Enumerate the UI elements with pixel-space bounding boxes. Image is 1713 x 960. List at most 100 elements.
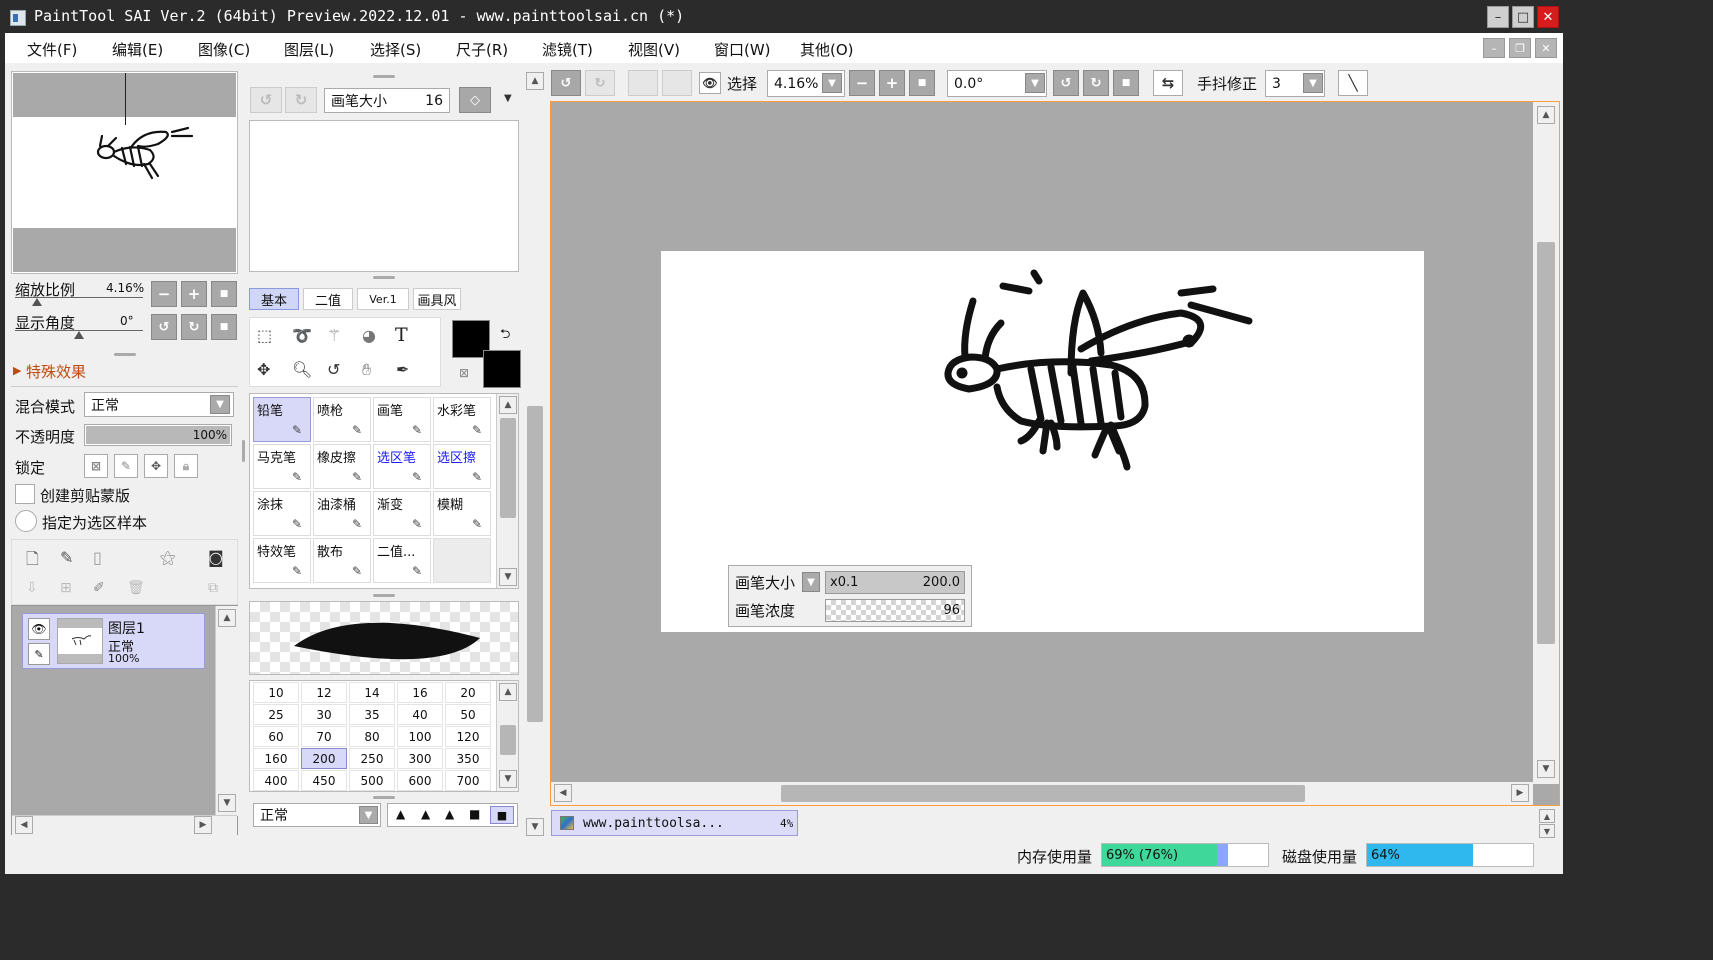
shape-icon[interactable]: ◕: [362, 326, 376, 345]
document-tab[interactable]: www.painttoolsa... 4%: [551, 810, 798, 836]
tool-eraser[interactable]: 橡皮擦 ✎: [313, 444, 371, 489]
transparent-color-icon[interactable]: ⊠: [459, 366, 469, 380]
tool-blur[interactable]: 涂抹 ✎: [253, 491, 311, 536]
popup-size-slider[interactable]: x0.1 200.0: [825, 571, 965, 594]
move-icon[interactable]: ✥: [257, 360, 270, 379]
tool-gradient[interactable]: 渐变 ✎: [373, 491, 431, 536]
mdi-restore-button[interactable]: ❐: [1509, 38, 1531, 58]
rotate-icon[interactable]: ↺: [327, 360, 340, 379]
chevron-down-icon[interactable]: ▼: [1025, 73, 1045, 93]
menu-layer[interactable]: 图层(L): [284, 39, 334, 60]
brush-size-option[interactable]: 20: [445, 682, 491, 703]
zoom-out-button[interactable]: −: [151, 281, 177, 307]
tool-grid-scrollbar[interactable]: ▲ ▼: [496, 394, 518, 588]
zoom-in-button[interactable]: +: [879, 70, 905, 96]
menu-window[interactable]: 窗口(W): [714, 39, 771, 60]
tab-art-style[interactable]: 画具风: [413, 288, 461, 310]
invert-selection-button[interactable]: [662, 70, 692, 96]
panel-splitter[interactable]: [373, 594, 395, 597]
brush-size-option[interactable]: 12: [301, 682, 347, 703]
layer-effect-icon[interactable]: ⚝: [160, 548, 176, 568]
zoom-reset-button[interactable]: ■: [211, 281, 237, 307]
mdi-minimize-button[interactable]: –: [1483, 38, 1505, 58]
brush-shape-5-icon[interactable]: ■: [490, 806, 514, 824]
panel-splitter[interactable]: [114, 353, 136, 356]
rotate-reset-button[interactable]: ■: [1113, 70, 1139, 96]
brush-size-option[interactable]: 16: [397, 682, 443, 703]
opacity-slider[interactable]: 100%: [84, 424, 232, 446]
canvas-viewport[interactable]: 画笔大小 ▼ x0.1 200.0 画笔浓度 96 ▲ ▼ ◀ ▶: [550, 101, 1560, 806]
zoom-icon[interactable]: 🔍︎: [292, 360, 312, 379]
tab-scroll-up[interactable]: ▲: [1539, 809, 1555, 823]
brush-size-option[interactable]: 80: [349, 726, 395, 747]
menu-file[interactable]: 文件(F): [27, 39, 77, 60]
angle-slider-thumb[interactable]: [74, 331, 84, 339]
zoom-in-button[interactable]: +: [181, 281, 207, 307]
tool-select-eraser[interactable]: 选区擦 ✎: [433, 444, 491, 489]
brush-shape-1-icon[interactable]: ▲: [396, 807, 405, 821]
lasso-icon[interactable]: ➰: [292, 326, 312, 345]
brush-size-option[interactable]: 600: [397, 770, 443, 791]
transfer-down-icon[interactable]: ⇩: [26, 580, 38, 596]
lock-all-button[interactable]: 🔒︎: [174, 454, 198, 478]
selection-sample-radio[interactable]: [15, 510, 37, 532]
tool-marker[interactable]: 马克笔 ✎: [253, 444, 311, 489]
menu-image[interactable]: 图像(C): [198, 39, 250, 60]
merge-down-icon[interactable]: ⊞: [60, 580, 72, 596]
eraser-mode-button[interactable]: ◇: [459, 87, 491, 113]
brush-size-option[interactable]: 30: [301, 704, 347, 725]
clear-layer-icon[interactable]: ✐: [93, 580, 105, 596]
menu-select[interactable]: 选择(S): [370, 39, 421, 60]
undo-button[interactable]: ↺: [250, 87, 282, 113]
chevron-down-icon[interactable]: ▼: [359, 806, 378, 824]
brush-shape-2-icon[interactable]: ▲: [421, 807, 430, 821]
popup-density-slider[interactable]: 96: [825, 599, 965, 622]
merge-visible-icon[interactable]: ⧉: [208, 580, 218, 596]
brush-size-option[interactable]: 35: [349, 704, 395, 725]
brush-shape-selector[interactable]: ▲ ▲ ▲ ■ ■: [387, 803, 518, 827]
rotate-ccw-button[interactable]: ↺: [1053, 70, 1079, 96]
brush-size-option[interactable]: 40: [397, 704, 443, 725]
brush-size-option[interactable]: 350: [445, 748, 491, 769]
chevron-down-icon[interactable]: ▼: [210, 395, 230, 414]
brush-size-option[interactable]: 160: [253, 748, 299, 769]
clip-mask-checkbox[interactable]: [15, 484, 35, 504]
tool-select-pen[interactable]: 选区笔 ✎: [373, 444, 431, 489]
brush-size-option[interactable]: 10: [253, 682, 299, 703]
layer-row[interactable]: 👁︎ ✎ 图层1 正常 100%: [22, 613, 205, 669]
mdi-close-button[interactable]: ✕: [1535, 38, 1557, 58]
minimize-button[interactable]: –: [1487, 6, 1509, 28]
chevron-down-icon[interactable]: ▼: [822, 73, 842, 93]
delete-layer-icon[interactable]: 🗑︎: [127, 580, 145, 596]
lock-move-button[interactable]: ✥: [144, 454, 168, 478]
color-swatch-panel[interactable]: [249, 120, 519, 272]
brush-size-option[interactable]: 120: [445, 726, 491, 747]
eyedropper-icon[interactable]: ✒: [396, 360, 409, 379]
panel-splitter[interactable]: [373, 276, 395, 279]
brush-size-option[interactable]: 100: [397, 726, 443, 747]
tab-basic[interactable]: 基本: [249, 288, 299, 310]
zoom-out-button[interactable]: −: [849, 70, 875, 96]
new-vector-layer-icon[interactable]: ✎: [60, 548, 73, 567]
brush-size-option[interactable]: 450: [301, 770, 347, 791]
menu-view[interactable]: 视图(V): [628, 39, 680, 60]
pencil-icon[interactable]: ✎: [28, 643, 50, 665]
brush-size-option[interactable]: 200: [301, 748, 347, 769]
text-icon[interactable]: T: [395, 324, 408, 346]
tool-drop[interactable]: 模糊 ✎: [433, 491, 491, 536]
canvas-hscrollbar[interactable]: ◀ ▶: [551, 782, 1533, 805]
navigator-preview[interactable]: [11, 71, 238, 274]
canvas-vscrollbar[interactable]: ▲ ▼: [1533, 102, 1559, 784]
zoom-reset-button[interactable]: ■: [909, 70, 935, 96]
brush-size-option[interactable]: 14: [349, 682, 395, 703]
straight-line-icon[interactable]: ╲: [1338, 70, 1368, 96]
undo-button[interactable]: ↺: [551, 70, 581, 96]
tab-ver1[interactable]: Ver.1: [357, 288, 409, 310]
chevron-down-icon[interactable]: ▼: [802, 572, 820, 592]
rotate-cw-button[interactable]: ↻: [181, 314, 207, 340]
tool-bucket[interactable]: 油漆桶 ✎: [313, 491, 371, 536]
new-layer-icon[interactable]: 🗋︎: [26, 548, 39, 575]
brush-size-option[interactable]: 70: [301, 726, 347, 747]
expand-arrow-icon[interactable]: ▶: [13, 364, 21, 377]
hand-icon[interactable]: ✋︎: [362, 360, 371, 380]
